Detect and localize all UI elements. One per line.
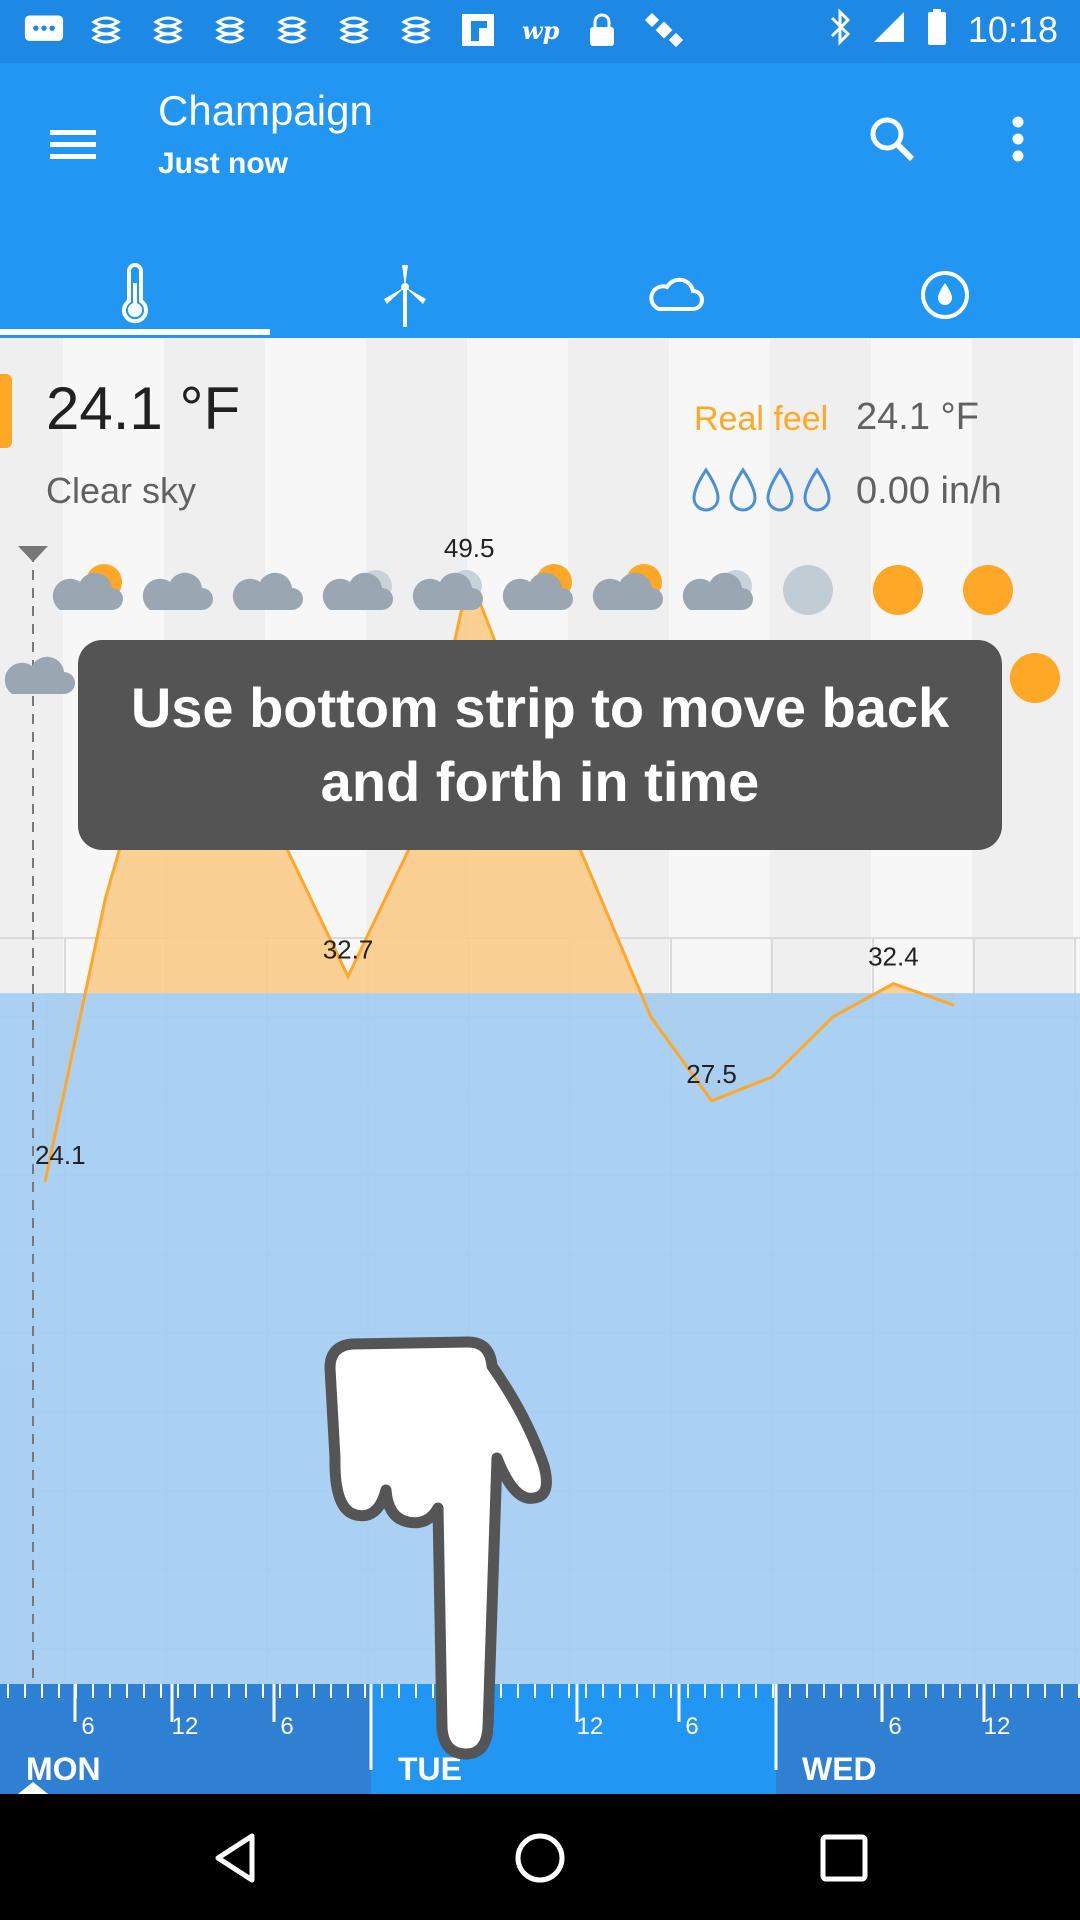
hour-tick-label: 12 xyxy=(984,1713,1011,1740)
tab-clouds[interactable] xyxy=(540,263,810,338)
search-icon xyxy=(870,117,915,162)
fan-icon xyxy=(86,10,126,50)
message-icon xyxy=(24,10,64,50)
forecast-chart[interactable]: 24.144.832.749.527.532.4 61266126612MONT… xyxy=(0,338,1080,1794)
search-button[interactable] xyxy=(862,109,922,169)
timeline-strip: 61266126612MONTUEWED xyxy=(0,1684,1080,1794)
tab-temperature[interactable] xyxy=(0,263,270,338)
battery-icon xyxy=(926,8,948,51)
hour-tick-label: 6 xyxy=(888,1713,901,1740)
temperature-value-label: 32.4 xyxy=(868,942,919,972)
fan-icon xyxy=(210,10,250,50)
precipitation-drops-icon xyxy=(692,467,831,512)
app-bar: Champaign Just now xyxy=(0,63,1080,338)
washington-post-icon: wp xyxy=(520,10,560,50)
menu-button[interactable] xyxy=(44,115,102,173)
lock-icon xyxy=(582,10,622,50)
fan-icon xyxy=(148,10,188,50)
recents-icon xyxy=(820,1834,868,1882)
forecast-content[interactable]: 24.144.832.749.527.532.4 61266126612MONT… xyxy=(0,338,1080,1794)
tab-precipitation[interactable] xyxy=(810,263,1080,338)
screen: wp 10:18 Champaign Just now 24.1 32.7 49… xyxy=(0,0,1080,1920)
temperature-value-label: 27.5 xyxy=(686,1059,737,1089)
tooltip-line-1: Use bottom strip to move back xyxy=(130,676,950,739)
day-label: MON xyxy=(26,1751,101,1787)
navigation-bar xyxy=(0,1794,1080,1920)
drop-icon xyxy=(921,271,969,319)
status-bar: wp 10:18 xyxy=(0,0,1080,63)
home-button[interactable] xyxy=(510,1828,570,1888)
temperature-value-label: 24.1 xyxy=(35,1140,86,1170)
precipitation-value: 0.00 in/h xyxy=(856,470,1002,512)
current-indicator xyxy=(0,374,12,448)
satellite-icon xyxy=(644,10,684,50)
bluetooth-icon xyxy=(828,8,852,51)
fan-icon xyxy=(272,10,312,50)
tutorial-tooltip[interactable]: Use bottom strip to move back and forth … xyxy=(78,640,1002,850)
back-icon xyxy=(215,1833,255,1883)
tab-wind[interactable] xyxy=(270,263,540,338)
cloud-icon xyxy=(649,277,704,311)
tooltip-line-2: and forth in time xyxy=(320,750,760,813)
real-feel-label: Real feel xyxy=(694,400,829,438)
forecast-weather-icon xyxy=(963,565,1013,615)
hour-tick-label: 12 xyxy=(577,1713,604,1740)
tab-indicator xyxy=(0,329,270,335)
svg-text:wp: wp xyxy=(522,16,560,45)
wind-turbine-icon xyxy=(384,265,426,327)
update-time: Just now xyxy=(158,147,289,180)
flipboard-icon xyxy=(458,10,498,50)
recents-button[interactable] xyxy=(814,1828,874,1888)
back-button[interactable] xyxy=(206,1828,266,1888)
clock: 10:18 xyxy=(967,8,1058,50)
hour-tick-label: 6 xyxy=(81,1713,94,1740)
hour-tick-label: 6 xyxy=(685,1713,698,1740)
day-label: WED xyxy=(802,1751,877,1787)
fan-icon xyxy=(396,10,436,50)
signal-icon xyxy=(872,10,906,49)
fan-icon xyxy=(334,10,374,50)
real-feel-value: 24.1 °F xyxy=(856,396,979,438)
current-temperature: 24.1 °F xyxy=(46,375,241,442)
forecast-weather-icon xyxy=(1010,653,1060,703)
current-condition: Clear sky xyxy=(46,470,197,511)
hour-tick-label: 12 xyxy=(172,1713,199,1740)
home-icon xyxy=(515,1833,565,1883)
system-indicators: 10:18 xyxy=(828,8,1058,51)
temperature-value-label: 49.5 xyxy=(444,533,495,563)
tab-bar xyxy=(0,263,1080,338)
cold-area xyxy=(0,993,1080,1728)
more-vert-icon xyxy=(1012,116,1024,162)
location-title[interactable]: Champaign xyxy=(158,87,373,135)
more-options-button[interactable] xyxy=(1000,109,1036,169)
notification-icons: wp xyxy=(24,10,684,50)
temperature-value-label: 32.7 xyxy=(323,934,374,964)
hamburger-menu-icon xyxy=(50,130,96,159)
hour-tick-label: 6 xyxy=(280,1713,293,1740)
forecast-weather-icon xyxy=(873,565,923,615)
forecast-weather-icon xyxy=(783,565,833,615)
thermometer-icon xyxy=(122,263,148,324)
